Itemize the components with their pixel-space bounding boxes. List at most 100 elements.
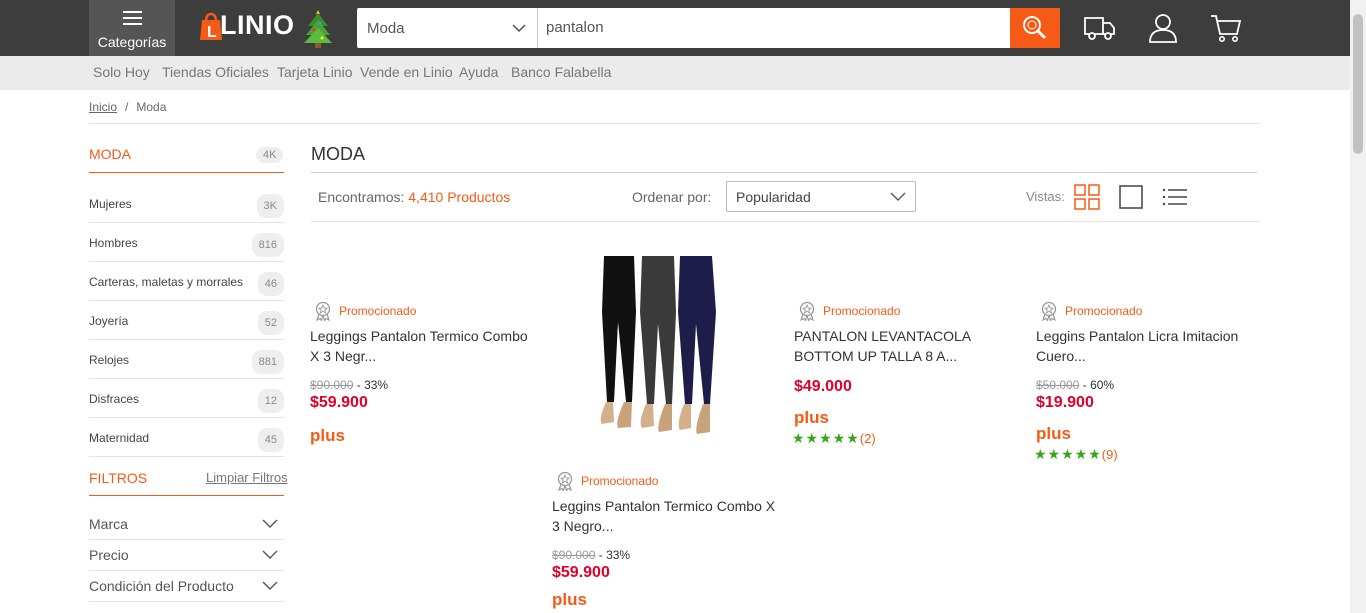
filter-marca[interactable]: Marca <box>89 509 284 540</box>
plus-badge: plus <box>1036 424 1071 443</box>
list-view-icon[interactable] <box>1162 188 1188 206</box>
grid-view-icon[interactable] <box>1074 184 1100 210</box>
filter-label: Marca <box>89 516 128 532</box>
subcategory-label: Relojes <box>89 353 130 367</box>
clear-filters-link[interactable]: Limpiar Filtros <box>206 470 288 485</box>
subcategory-item[interactable]: Hombres 816 <box>89 223 284 262</box>
subcategory-item[interactable]: Carteras, maletas y morrales 46 <box>89 262 284 301</box>
product-card[interactable]: Promocionado Leggins Pantalon Licra Imit… <box>1034 301 1261 463</box>
page-scrollbar[interactable] <box>1350 0 1366 613</box>
christmas-tree-icon <box>304 10 332 48</box>
old-price: $90.000 <box>310 378 354 392</box>
rating-stars: ★★★★★ <box>792 430 860 446</box>
promoted-tag: Promocionado <box>1036 301 1261 321</box>
rating: ★★★★★(2) <box>792 430 1019 447</box>
search-input[interactable] <box>546 19 946 36</box>
chevron-down-icon <box>262 550 278 559</box>
subcategory-item[interactable]: Mujeres 3K <box>89 184 284 223</box>
subcategory-count: 52 <box>257 311 284 335</box>
nav-solo-hoy[interactable]: Solo Hoy <box>93 64 150 80</box>
categories-button[interactable]: Categorías <box>89 0 175 56</box>
linio-logo[interactable]: LINIO <box>220 10 295 41</box>
divider <box>311 172 1257 173</box>
department-select[interactable]: Moda <box>357 8 538 48</box>
product-price: $19.900 <box>1036 394 1094 411</box>
product-price: $59.900 <box>552 564 610 581</box>
plus-badge: plus <box>310 426 345 445</box>
secondary-nav: Solo Hoy Tiendas Oficiales Tarjeta Linio… <box>0 56 1350 90</box>
promoted-tag: Promocionado <box>552 471 777 491</box>
search-button[interactable] <box>1010 8 1060 48</box>
discount: - 33% <box>356 378 389 392</box>
scrollbar-thumb[interactable] <box>1353 14 1363 154</box>
subcategory-count: 46 <box>257 272 284 296</box>
department-value: Moda <box>367 20 405 37</box>
sort-select[interactable]: Popularidad <box>726 181 916 212</box>
chevron-down-icon <box>262 519 278 528</box>
old-price: $90.000 <box>552 548 596 562</box>
nav-banco-falabella[interactable]: Banco Falabella <box>511 64 611 80</box>
nav-tiendas-oficiales[interactable]: Tiendas Oficiales <box>162 64 269 80</box>
user-account-icon[interactable] <box>1146 12 1180 44</box>
results-count: Encontramos: 4,410 Productos <box>318 189 510 205</box>
product-card[interactable]: Promocionado Leggings Pantalon Termico C… <box>310 301 535 446</box>
subcategory-item[interactable]: Maternidad 45 <box>89 418 284 457</box>
subcategory-count: 881 <box>251 350 284 374</box>
subcategory-label: Maternidad <box>89 431 150 445</box>
product-price: $59.900 <box>310 394 368 411</box>
filter-condicion[interactable]: Condición del Producto <box>89 571 284 602</box>
rating-count[interactable]: (9) <box>1102 447 1118 462</box>
product-name[interactable]: PANTALON LEVANTACOLA BOTTOM UP TALLA 8 A… <box>794 326 1019 366</box>
subcategory-count: 3K <box>256 194 284 218</box>
old-price-row: $90.000 - 33% <box>310 378 535 392</box>
nav-vende-en-linio[interactable]: Vende en Linio <box>360 64 453 80</box>
nav-tarjeta-linio[interactable]: Tarjeta Linio <box>277 64 353 80</box>
promoted-label: Promocionado <box>339 304 417 318</box>
product-name[interactable]: Leggings Pantalon Termico Combo X 3 Negr… <box>310 326 535 366</box>
award-ribbon-icon <box>315 301 331 321</box>
filter-label: Condición del Producto <box>89 578 234 594</box>
product-card[interactable]: Promocionado PANTALON LEVANTACOLA BOTTOM… <box>792 301 1019 447</box>
subcategory-item[interactable]: Joyería 52 <box>89 301 284 340</box>
sort-value: Popularidad <box>736 189 811 205</box>
product-name[interactable]: Leggins Pantalon Licra Imitacion Cuero..… <box>1036 326 1261 366</box>
product-name[interactable]: Leggins Pantalon Termico Combo X 3 Negro… <box>552 496 777 536</box>
search-bar: Moda <box>357 8 1060 48</box>
old-price-row: $90.000 - 33% <box>552 548 777 562</box>
divider <box>89 123 1260 124</box>
filter-precio[interactable]: Precio <box>89 540 284 571</box>
hamburger-icon <box>123 11 142 29</box>
subcategory-item[interactable]: Disfraces 12 <box>89 379 284 418</box>
subcategory-label: Carteras, maletas y morrales <box>89 275 244 289</box>
promoted-label: Promocionado <box>1065 304 1143 318</box>
product-image[interactable] <box>596 252 730 438</box>
award-ribbon-icon <box>799 301 815 321</box>
award-ribbon-icon <box>1041 301 1057 321</box>
shopping-cart-icon[interactable] <box>1209 12 1243 44</box>
category-count-badge: 4K <box>256 147 284 163</box>
breadcrumb-home[interactable]: Inicio <box>89 100 117 114</box>
results-prefix: Encontramos: <box>318 189 409 205</box>
product-price: $49.000 <box>794 378 852 395</box>
categories-label: Categorías <box>97 34 167 50</box>
results-number: 4,410 Productos <box>408 189 511 205</box>
plus-badge: plus <box>552 590 587 609</box>
product-card[interactable]: Promocionado Leggins Pantalon Termico Co… <box>552 471 777 610</box>
category-title[interactable]: MODA <box>89 146 131 162</box>
subcategory-list: Mujeres 3K Hombres 816 Carteras, maletas y… <box>89 184 284 457</box>
old-price: $50.000 <box>1036 378 1080 392</box>
promoted-tag: Promocionado <box>794 301 1019 321</box>
subcategory-label: Mujeres <box>89 197 132 211</box>
search-icon <box>1023 16 1047 40</box>
delivery-truck-icon[interactable] <box>1083 12 1117 44</box>
rating-count[interactable]: (2) <box>860 431 876 446</box>
nav-ayuda[interactable]: Ayuda <box>459 64 498 80</box>
subcategory-label: Disfraces <box>89 392 140 406</box>
subcategory-item[interactable]: Relojes 881 <box>89 340 284 379</box>
old-price-row: $50.000 - 60% <box>1036 378 1261 392</box>
chevron-down-icon <box>262 581 278 590</box>
single-view-icon[interactable] <box>1119 185 1143 209</box>
sort-label: Ordenar por: <box>632 189 712 205</box>
category-title-underline <box>89 172 284 173</box>
views-label: Vistas: <box>1026 189 1065 204</box>
